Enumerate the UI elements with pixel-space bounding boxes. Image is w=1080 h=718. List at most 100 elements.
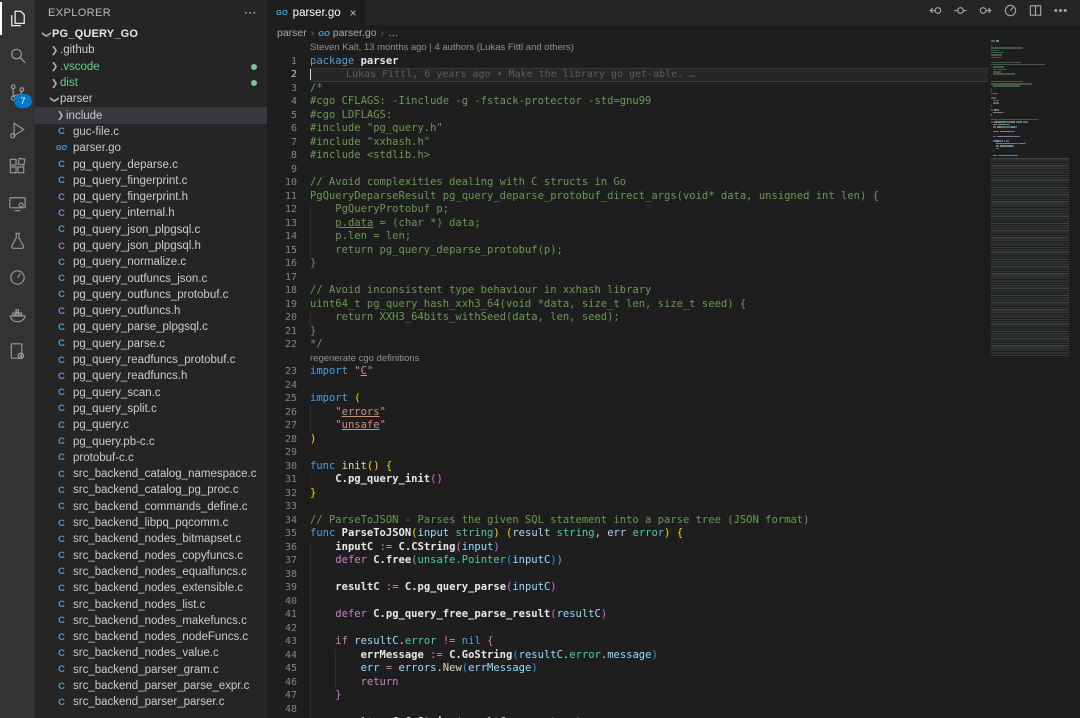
code-line[interactable]: 18// Avoid inconsistent type behaviour i… — [267, 284, 1080, 298]
tree-item-parser[interactable]: ❯parser — [35, 91, 267, 107]
code-line[interactable]: 6#include "pg_query.h" — [267, 122, 1080, 136]
tree-item-src-backend-nodes-makefuncs-c[interactable]: Csrc_backend_nodes_makefuncs.c — [35, 613, 267, 629]
activitybar-testing-icon[interactable] — [0, 222, 35, 259]
tree-item-include[interactable]: ❯include — [35, 107, 267, 123]
code-line[interactable]: 44 errMessage := C.GoString(resultC.erro… — [267, 649, 1080, 663]
prev-change-icon[interactable] — [928, 3, 943, 23]
codelens-row[interactable]: regenerate cgo definitions — [267, 352, 1080, 366]
tree-item-pg-query-outfuncs-protobuf-c[interactable]: Cpg_query_outfuncs_protobuf.c — [35, 287, 267, 303]
code-line[interactable]: 35func ParseToJSON(input string) (result… — [267, 527, 1080, 541]
codelens-label[interactable]: regenerate cgo definitions — [310, 352, 419, 366]
tree-item-src-backend-libpq-pqcomm-c[interactable]: Csrc_backend_libpq_pqcomm.c — [35, 515, 267, 531]
activitybar-settings-file-icon[interactable] — [0, 333, 35, 370]
code-line[interactable]: 20 return XXH3_64bits_withSeed(data, len… — [267, 311, 1080, 325]
tree-item-pg-query-outfuncs-json-c[interactable]: Cpg_query_outfuncs_json.c — [35, 270, 267, 286]
tree-item-protobuf-c-c[interactable]: Cprotobuf-c.c — [35, 450, 267, 466]
code-line[interactable]: 1package parser — [267, 55, 1080, 69]
codelens-label[interactable]: Steven Kalt, 13 months ago | 4 authors (… — [310, 41, 574, 55]
explorer-more-actions-icon[interactable]: ⋯ — [244, 5, 257, 21]
tree-item-src-backend-parser-gram-c[interactable]: Csrc_backend_parser_gram.c — [35, 662, 267, 678]
tree-item-src-backend-nodes-equalfuncs-c[interactable]: Csrc_backend_nodes_equalfuncs.c — [35, 564, 267, 580]
activitybar-extensions-icon[interactable] — [0, 148, 35, 185]
tree-item-pg-query-scan-c[interactable]: Cpg_query_scan.c — [35, 385, 267, 401]
code-line[interactable]: 7#include "xxhash.h" — [267, 136, 1080, 150]
code-line[interactable]: 39 resultC := C.pg_query_parse(inputC) — [267, 581, 1080, 595]
activitybar-source-control-icon[interactable]: 7 — [0, 74, 35, 111]
codelens-row[interactable]: Steven Kalt, 13 months ago | 4 authors (… — [267, 41, 1080, 55]
code-line-current[interactable]: 2Lukas Fittl, 6 years ago • Make the lib… — [267, 68, 1080, 82]
code-line[interactable]: 21} — [267, 325, 1080, 339]
more-actions-icon[interactable] — [1053, 3, 1068, 23]
code-line[interactable]: 24 — [267, 379, 1080, 393]
tree-item-pg-query-normalize-c[interactable]: Cpg_query_normalize.c — [35, 254, 267, 270]
code-line[interactable]: 41 defer C.pg_query_free_parse_result(re… — [267, 608, 1080, 622]
tree-item-pg-query-json-plpgsql-h[interactable]: Cpg_query_json_plpgsql.h — [35, 238, 267, 254]
code-line[interactable]: 43 if resultC.error != nil { — [267, 635, 1080, 649]
split-editor-icon[interactable] — [1028, 3, 1043, 23]
code-line[interactable]: 14 p.len = len; — [267, 230, 1080, 244]
tree-item-src-backend-nodes-extensible-c[interactable]: Csrc_backend_nodes_extensible.c — [35, 580, 267, 596]
code-line[interactable]: 25import ( — [267, 392, 1080, 406]
tree-item-pg-query-pb-c-c[interactable]: Cpg_query.pb-c.c — [35, 433, 267, 449]
tree-item-pg-query-fingerprint-h[interactable]: Cpg_query_fingerprint.h — [35, 189, 267, 205]
code-line[interactable]: 33 — [267, 500, 1080, 514]
minimap[interactable] — [991, 40, 1077, 718]
tree-item-src-backend-nodes-value-c[interactable]: Csrc_backend_nodes_value.c — [35, 645, 267, 661]
code-line[interactable]: 42 — [267, 622, 1080, 636]
breadcrumb-segment-1[interactable]: GOparser.go — [318, 27, 376, 39]
code-line[interactable]: 29 — [267, 446, 1080, 460]
close-icon[interactable]: × — [350, 6, 357, 20]
code-line[interactable]: 8#include <stdlib.h> — [267, 149, 1080, 163]
tree-item--vscode[interactable]: ❯.vscode — [35, 59, 267, 75]
code-line[interactable]: 11PgQueryDeparseResult pg_query_deparse_… — [267, 190, 1080, 204]
tree-item-src-backend-catalog-pg-proc-c[interactable]: Csrc_backend_catalog_pg_proc.c — [35, 482, 267, 498]
code-line[interactable]: 38 — [267, 568, 1080, 582]
tree-item-guc-file-c[interactable]: Cguc-file.c — [35, 124, 267, 140]
code-line[interactable]: 10// Avoid complexities dealing with C s… — [267, 176, 1080, 190]
code-line[interactable]: 34// ParseToJSON - Parses the given SQL … — [267, 514, 1080, 528]
code-line[interactable]: 26 "errors" — [267, 406, 1080, 420]
tree-item-pg-query-split-c[interactable]: Cpg_query_split.c — [35, 401, 267, 417]
tree-item-pg-query-outfuncs-h[interactable]: Cpg_query_outfuncs.h — [35, 303, 267, 319]
tree-item-pg-query-deparse-c[interactable]: Cpg_query_deparse.c — [35, 156, 267, 172]
code-line[interactable]: 15 return pg_query_deparse_protobuf(p); — [267, 244, 1080, 258]
code-line[interactable]: 5#cgo LDFLAGS: — [267, 109, 1080, 123]
code-line[interactable]: 4#cgo CFLAGS: -Iinclude -g -fstack-prote… — [267, 95, 1080, 109]
activitybar-explorer-icon[interactable] — [0, 0, 35, 37]
activitybar-docker-icon[interactable] — [0, 296, 35, 333]
activitybar-search-icon[interactable] — [0, 37, 35, 74]
timeline-icon[interactable] — [1003, 3, 1018, 23]
code-line[interactable]: 17 — [267, 271, 1080, 285]
tree-item-src-backend-nodes-list-c[interactable]: Csrc_backend_nodes_list.c — [35, 596, 267, 612]
tree-item-pg-query-parse-c[interactable]: Cpg_query_parse.c — [35, 336, 267, 352]
tree-item-src-backend-commands-define-c[interactable]: Csrc_backend_commands_define.c — [35, 499, 267, 515]
tree-item-dist[interactable]: ❯dist — [35, 75, 267, 91]
tree-item-parser-go[interactable]: GOparser.go — [35, 140, 267, 156]
code-line[interactable]: 12 PgQueryProtobuf p; — [267, 203, 1080, 217]
tree-item-pg-query-readfuncs-protobuf-c[interactable]: Cpg_query_readfuncs_protobuf.c — [35, 352, 267, 368]
tree-item-pg-query-fingerprint-c[interactable]: Cpg_query_fingerprint.c — [35, 173, 267, 189]
tree-item-pg-query-internal-h[interactable]: Cpg_query_internal.h — [35, 205, 267, 221]
code-line[interactable]: 30func init() { — [267, 460, 1080, 474]
code-line[interactable]: 36 inputC := C.CString(input) — [267, 541, 1080, 555]
next-change-icon[interactable] — [978, 3, 993, 23]
code-line[interactable]: 32} — [267, 487, 1080, 501]
tab-parser-go[interactable]: GO parser.go × — [267, 0, 366, 25]
code-line[interactable]: 40 — [267, 595, 1080, 609]
code-line[interactable]: 13 p.data = (char *) data; — [267, 217, 1080, 231]
tree-item-src-backend-nodes-nodefuncs-c[interactable]: Csrc_backend_nodes_nodeFuncs.c — [35, 629, 267, 645]
code-line[interactable]: 28) — [267, 433, 1080, 447]
tree-item-src-backend-nodes-bitmapset-c[interactable]: Csrc_backend_nodes_bitmapset.c — [35, 531, 267, 547]
tree-item-src-backend-nodes-copyfuncs-c[interactable]: Csrc_backend_nodes_copyfuncs.c — [35, 548, 267, 564]
breadcrumb-segment-0[interactable]: parser — [277, 27, 307, 39]
code-line[interactable]: 27 "unsafe" — [267, 419, 1080, 433]
activitybar-remote-icon[interactable] — [0, 185, 35, 222]
code-line[interactable]: 31 C.pg_query_init() — [267, 473, 1080, 487]
tree-item-src-backend-parser-parser-c[interactable]: Csrc_backend_parser_parser.c — [35, 694, 267, 710]
open-changes-icon[interactable] — [953, 3, 968, 23]
code-line[interactable]: 45 err = errors.New(errMessage) — [267, 662, 1080, 676]
activitybar-history-icon[interactable] — [0, 259, 35, 296]
code-line[interactable]: 16} — [267, 257, 1080, 271]
code-line[interactable]: 47 } — [267, 689, 1080, 703]
breadcrumb-segment-2[interactable]: … — [388, 27, 399, 39]
